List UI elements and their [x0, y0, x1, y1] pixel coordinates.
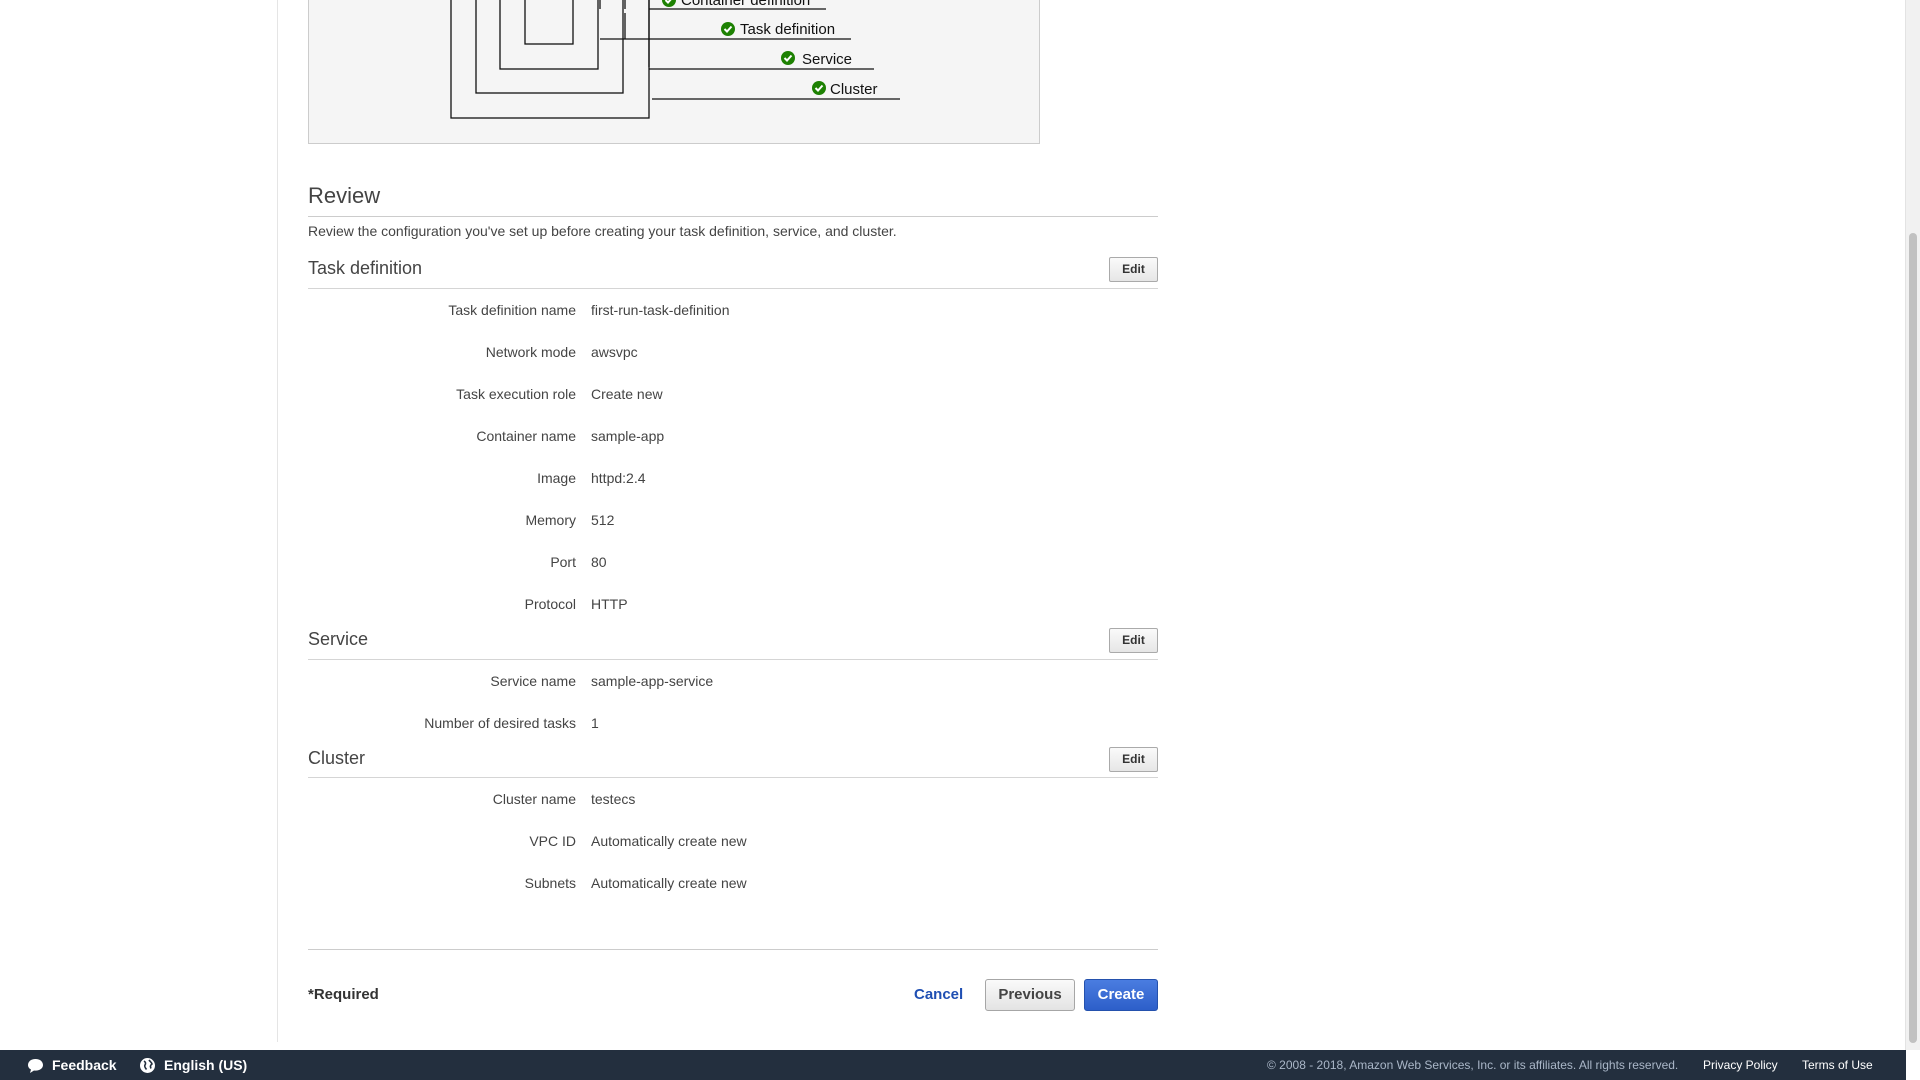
field-value: testecs	[591, 791, 636, 807]
globe-icon	[140, 1057, 155, 1073]
feedback-label: Feedback	[52, 1057, 117, 1073]
field-value: sample-app	[591, 428, 665, 444]
field-label: Network mode	[485, 344, 576, 360]
field-value: Automatically create new	[591, 833, 747, 849]
privacy-policy-link[interactable]: Privacy Policy	[1703, 1050, 1778, 1080]
section-title-cluster: Cluster	[308, 748, 366, 768]
edit-service-button[interactable]: Edit	[1109, 628, 1158, 653]
service-box	[475, 0, 624, 94]
speech-bubble-icon	[28, 1058, 43, 1073]
check-icon	[662, 0, 676, 7]
language-selector[interactable]: English (US)	[139, 1050, 247, 1080]
ecs-objects-diagram: Container definition Task definition Ser…	[308, 0, 1040, 144]
edit-task-definition-button[interactable]: Edit	[1109, 257, 1158, 282]
field-value: HTTP	[591, 596, 628, 612]
field-value: sample-app-service	[591, 673, 714, 689]
section-title-task-definition: Task definition	[308, 258, 423, 278]
cluster-box	[450, 0, 650, 119]
divider	[308, 949, 1158, 950]
field-label: Cluster name	[492, 791, 576, 807]
divider	[308, 659, 1158, 660]
cancel-link[interactable]: Cancel	[914, 986, 963, 1003]
language-label: English (US)	[164, 1057, 248, 1073]
console-footer: Feedback English (US) © 2008 - 2018, Ama…	[0, 1050, 1906, 1080]
field-value: first-run-task-definition	[591, 302, 730, 318]
diagram-label-task-definition: Task definition	[740, 21, 835, 38]
terms-of-use-link[interactable]: Terms of Use	[1802, 1050, 1873, 1080]
vertical-scrollbar[interactable]	[1905, 0, 1920, 1050]
field-label: Number of desired tasks	[424, 715, 576, 731]
required-note: *Required	[308, 986, 379, 1003]
diagram-label-container-definition: Container definition	[681, 0, 810, 9]
field-label: Memory	[525, 512, 576, 528]
section-title-service: Service	[308, 629, 369, 649]
field-label: Service name	[490, 673, 576, 689]
review-description: Review the configuration you've set up b…	[308, 223, 897, 239]
field-value: 1	[591, 715, 599, 731]
field-label: VPC ID	[529, 833, 576, 849]
divider	[308, 288, 1158, 289]
container-box	[524, 0, 574, 45]
field-value: awsvpc	[591, 344, 638, 360]
diagram-label-cluster: Cluster	[830, 81, 878, 98]
feedback-button[interactable]: Feedback	[27, 1050, 117, 1080]
field-label: Protocol	[524, 596, 576, 612]
check-icon	[812, 81, 826, 95]
field-label: Subnets	[524, 875, 576, 891]
field-value: Automatically create new	[591, 875, 747, 891]
create-button[interactable]: Create	[1084, 979, 1158, 1011]
content-left-border	[277, 0, 278, 1042]
previous-button[interactable]: Previous	[985, 979, 1075, 1011]
field-label: Container name	[476, 428, 576, 444]
divider	[308, 777, 1158, 778]
field-label: Task execution role	[456, 386, 576, 402]
field-label: Task definition name	[448, 302, 576, 318]
task-box	[499, 0, 599, 70]
copyright-text: © 2008 - 2018, Amazon Web Services, Inc.…	[1267, 1058, 1679, 1072]
edit-cluster-button[interactable]: Edit	[1109, 747, 1158, 772]
divider	[308, 216, 1158, 217]
field-value: Create new	[591, 386, 663, 402]
field-value: 512	[591, 512, 615, 528]
scrollbar-thumb[interactable]	[1909, 233, 1917, 1043]
field-value: httpd:2.4	[591, 470, 646, 486]
check-icon	[781, 51, 795, 65]
diagram-label-service: Service	[802, 51, 852, 68]
review-title: Review	[308, 183, 381, 208]
diagram-svg: Container definition Task definition Ser…	[450, 0, 900, 119]
field-label: Port	[550, 554, 576, 570]
field-label: Image	[537, 470, 576, 486]
check-icon	[721, 22, 735, 36]
field-value: 80	[591, 554, 607, 570]
